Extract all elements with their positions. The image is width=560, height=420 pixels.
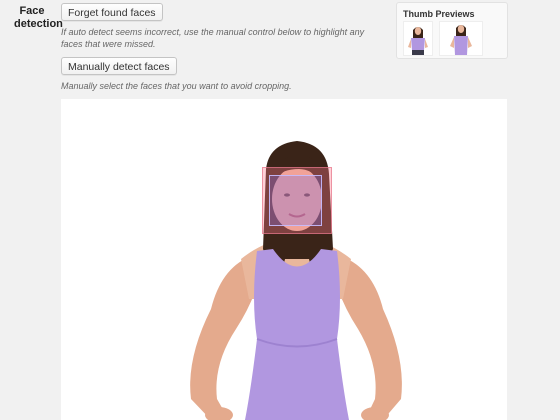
thumb-previews-title: Thumb Previews	[403, 9, 475, 19]
thumb-preview-landscape	[439, 21, 483, 56]
face-detection-image-canvas[interactable]	[61, 99, 507, 420]
manual-description: Manually select the faces that you want …	[61, 81, 292, 91]
thumb-portrait-image	[404, 22, 432, 55]
thumb-preview-portrait	[403, 21, 433, 56]
forget-description: If auto detect seems incorrect, use the …	[61, 27, 365, 49]
manual-face-highlight[interactable]	[269, 175, 322, 226]
forget-found-faces-button[interactable]: Forget found faces	[61, 3, 163, 21]
thumb-landscape-image	[440, 22, 482, 55]
manually-detect-faces-button[interactable]: Manually detect faces	[61, 57, 177, 75]
face-detection-label: Face detection	[14, 5, 63, 30]
thumb-previews-panel: Thumb Previews	[396, 2, 508, 59]
portrait-photo	[61, 99, 507, 420]
